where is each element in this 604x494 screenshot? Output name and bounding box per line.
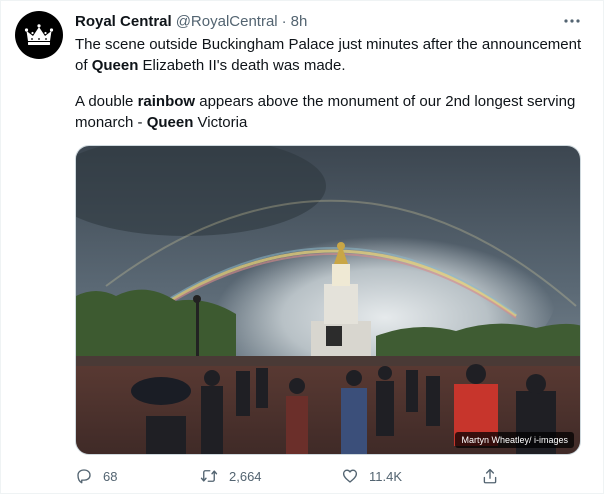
share-icon — [483, 468, 497, 484]
retweet-button[interactable]: 2,664 — [199, 463, 262, 489]
highlight-rainbow: rainbow — [137, 93, 196, 110]
tweet-text: The scene outside Buckingham Palace just… — [75, 34, 585, 133]
retweet-count: 2,664 — [229, 468, 262, 484]
separator-dot: · — [281, 12, 287, 30]
display-name[interactable]: Royal Central — [75, 13, 172, 30]
reply-button[interactable]: 68 — [75, 463, 117, 489]
reply-count: 68 — [103, 468, 118, 484]
tweet-paragraph-1: The scene outside Buckingham Palace just… — [75, 34, 585, 76]
more-button[interactable] — [561, 11, 583, 31]
user-handle[interactable]: @RoyalCentral — [176, 13, 278, 30]
tweet-timestamp[interactable]: 8h — [291, 13, 308, 30]
photo-scene — [76, 146, 580, 454]
retweet-icon — [200, 470, 218, 482]
highlight-queen: Queen — [91, 57, 139, 74]
text-run: Elizabeth II's death was made. — [138, 57, 346, 74]
like-count: 11.4K — [369, 468, 403, 484]
heart-icon — [342, 469, 358, 483]
tweet-paragraph-2: A double rainbow appears above the monum… — [75, 91, 585, 133]
crown-icon — [24, 24, 54, 45]
like-button[interactable]: 11.4K — [341, 463, 402, 489]
photo-credit: Martyn Wheatley/ i-images — [455, 432, 574, 448]
tweet-header: Royal Central @RoyalCentral · 8h — [75, 11, 307, 31]
share-button[interactable] — [481, 463, 509, 489]
reply-icon — [77, 469, 91, 484]
more-icon — [564, 19, 580, 23]
tweet-actions: 68 2,664 11.4K — [75, 463, 505, 489]
text-run: A double — [75, 93, 138, 110]
tweet-photo[interactable]: Martyn Wheatley/ i-images — [75, 145, 581, 455]
avatar[interactable] — [15, 11, 63, 59]
highlight-queen: Queen — [146, 114, 194, 131]
tweet[interactable]: Royal Central @RoyalCentral · 8h The sce… — [0, 0, 604, 494]
text-run: Victoria — [193, 114, 248, 131]
